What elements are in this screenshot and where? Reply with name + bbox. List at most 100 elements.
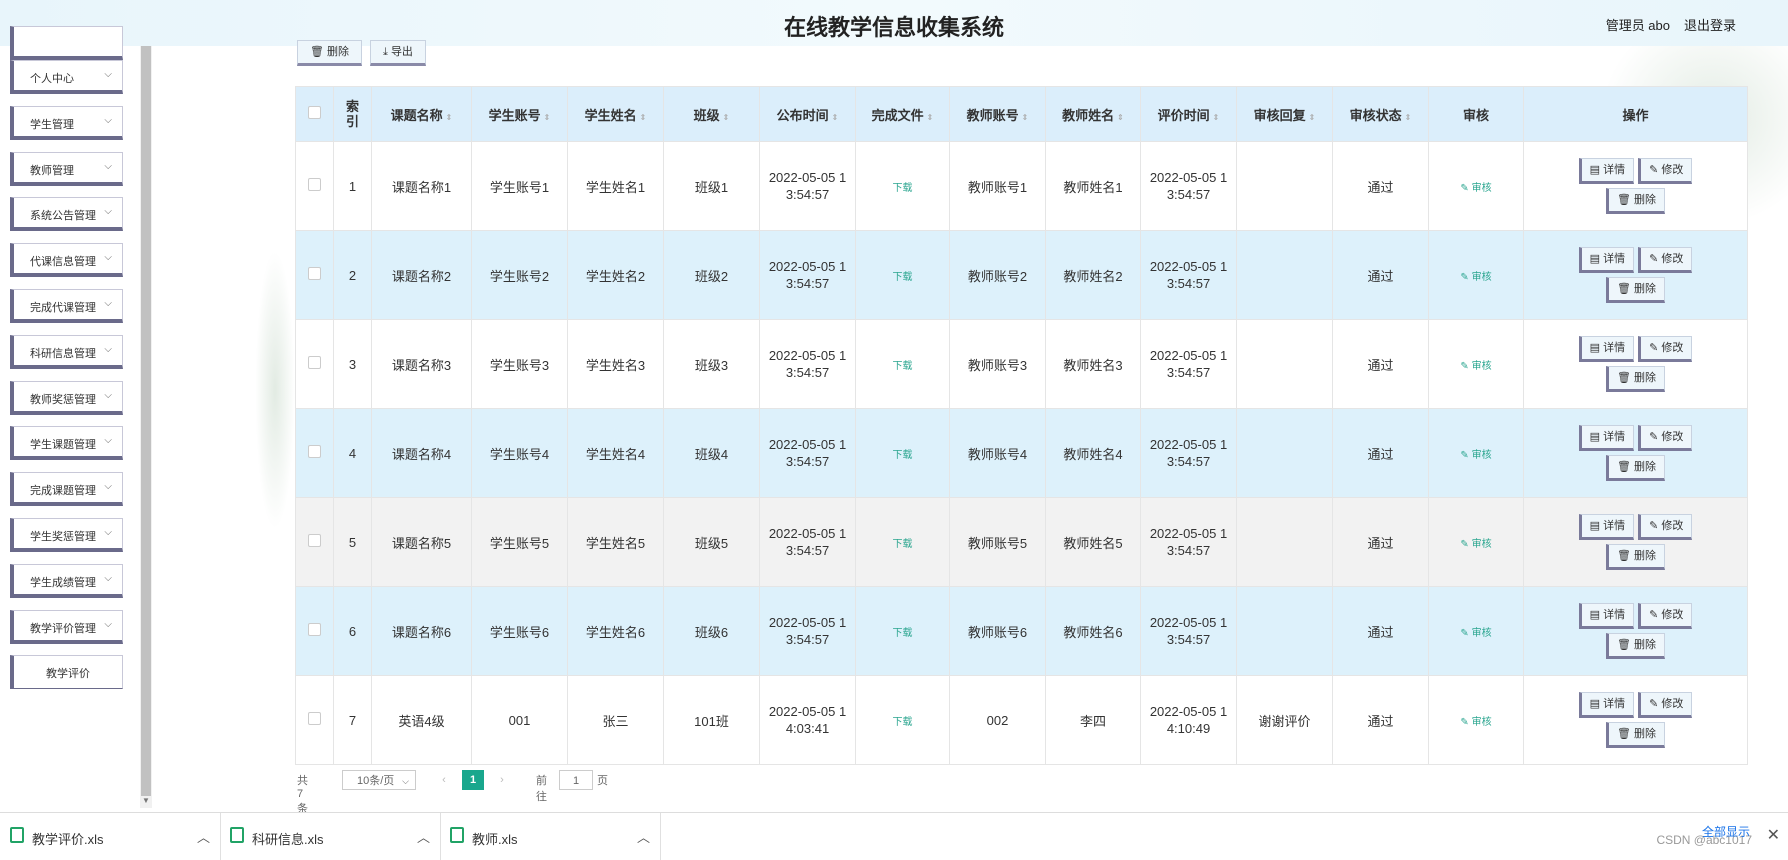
edit-button[interactable]: ✎ 修改 [1638,692,1693,718]
download-item[interactable]: 教学评价.xls ︿ [0,813,221,860]
sort-icon[interactable]: ⇕ [723,113,730,122]
delete-button[interactable]: 🗑 删除 [1605,722,1666,748]
download-link[interactable]: 下载 [893,450,913,461]
sidebar-item[interactable]: 完成课题管理 ⌵ [10,472,123,506]
audit-link[interactable]: ✎ 审核 [1460,272,1491,283]
logout-link[interactable]: 退出登录 [1684,15,1736,34]
audit-link[interactable]: ✎ 审核 [1460,628,1491,639]
page-size-select[interactable]: 10条/页 ⌵ [342,770,416,790]
delete-button[interactable]: 🗑 删除 [1605,277,1666,303]
row-checkbox[interactable] [295,497,334,587]
sidebar-scrollbar[interactable]: ▼ [140,46,152,808]
column-header[interactable]: 教师账号 ⇕ [949,86,1046,142]
document-icon: ▤ [1589,342,1601,354]
delete-button[interactable]: 🗑 删除 [1605,544,1666,570]
audit-link[interactable]: ✎ 审核 [1460,450,1491,461]
detail-button[interactable]: ▤ 详情 [1578,514,1635,540]
edit-button[interactable]: ✎ 修改 [1638,247,1693,273]
detail-button[interactable]: ▤ 详情 [1578,692,1635,718]
delete-button[interactable]: 🗑 删除 [1605,455,1666,481]
sidebar-item[interactable]: 学生课题管理 ⌵ [10,426,123,460]
download-link[interactable]: 下载 [893,361,913,372]
sort-icon[interactable]: ⇕ [1022,113,1029,122]
row-checkbox[interactable] [295,408,334,498]
sort-icon[interactable]: ⇕ [832,113,839,122]
sort-icon[interactable]: ⇕ [1405,113,1412,122]
row-checkbox[interactable] [295,675,334,765]
column-header[interactable]: 审核回复 ⇕ [1236,86,1333,142]
sidebar-item[interactable]: 学生奖惩管理 ⌵ [10,518,123,552]
column-header[interactable]: 班级 ⇕ [663,86,760,142]
scrollbar-thumb[interactable] [141,46,151,796]
batch-delete-button[interactable]: 🗑 删除 [297,40,363,66]
audit-link[interactable]: ✎ 审核 [1460,539,1491,550]
sidebar-item[interactable]: 完成代课管理 ⌵ [10,289,123,323]
download-item[interactable]: 科研信息.xls ︿ [220,813,441,860]
download-item[interactable]: 教师.xls ︿ [440,813,661,860]
download-link[interactable]: 下载 [893,717,913,728]
scroll-down-icon[interactable]: ▼ [140,796,152,808]
detail-button[interactable]: ▤ 详情 [1578,158,1635,184]
download-link[interactable]: 下载 [893,183,913,194]
audit-link[interactable]: ✎ 审核 [1460,717,1491,728]
edit-button[interactable]: ✎ 修改 [1638,158,1693,184]
edit-button[interactable]: ✎ 修改 [1638,514,1693,540]
download-link[interactable]: 下载 [893,628,913,639]
sidebar-item[interactable]: 教学评价管理 ⌵ [10,610,123,644]
edit-button[interactable]: ✎ 修改 [1638,336,1693,362]
sort-icon[interactable]: ⇕ [927,113,934,122]
edit-button[interactable]: ✎ 修改 [1638,603,1693,629]
row-checkbox[interactable] [295,230,334,320]
column-header[interactable]: 学生账号 ⇕ [471,86,568,142]
sort-icon[interactable]: ⇕ [1213,113,1220,122]
sidebar-item[interactable]: 个人中心 ⌵ [10,60,123,94]
edit-button[interactable]: ✎ 修改 [1638,425,1693,451]
close-icon[interactable]: ✕ [1767,825,1780,845]
download-link[interactable]: 下载 [893,272,913,283]
audit-link[interactable]: ✎ 审核 [1460,183,1491,194]
sidebar-subitem-teaching-eval[interactable]: 教学评价 [10,655,123,689]
prev-page-button[interactable]: ‹ [433,770,455,790]
sidebar-item[interactable]: 学生成绩管理 ⌵ [10,564,123,598]
show-all-downloads-link[interactable]: 全部显示 [1702,823,1750,840]
delete-button[interactable]: 🗑 删除 [1605,188,1666,214]
column-header[interactable]: 评价时间 ⇕ [1140,86,1237,142]
row-checkbox[interactable] [295,586,334,676]
sort-icon[interactable]: ⇕ [1309,113,1316,122]
delete-button[interactable]: 🗑 删除 [1605,366,1666,392]
row-checkbox[interactable] [295,319,334,409]
detail-button[interactable]: ▤ 详情 [1578,247,1635,273]
page-number-current[interactable]: 1 [462,770,484,790]
next-page-button[interactable]: › [491,770,513,790]
sort-icon[interactable]: ⇕ [446,113,453,122]
column-header[interactable]: 教师姓名 ⇕ [1045,86,1141,142]
sidebar-item-partial[interactable] [10,26,123,60]
select-all-checkbox[interactable] [295,86,334,142]
sidebar-item[interactable]: 学生管理 ⌵ [10,106,123,140]
chevron-up-icon[interactable]: ︿ [637,827,650,846]
goto-page-input[interactable]: 1 [559,770,593,790]
chevron-up-icon[interactable]: ︿ [417,827,430,846]
column-header[interactable]: 学生姓名 ⇕ [567,86,664,142]
sidebar-item[interactable]: 教师管理 ⌵ [10,152,123,186]
sidebar-item[interactable]: 科研信息管理 ⌵ [10,335,123,369]
sidebar-item[interactable]: 系统公告管理 ⌵ [10,197,123,231]
download-link[interactable]: 下载 [893,539,913,550]
sidebar-item[interactable]: 代课信息管理 ⌵ [10,243,123,277]
sort-icon[interactable]: ⇕ [544,113,551,122]
sidebar-item[interactable]: 教师奖惩管理 ⌵ [10,381,123,415]
column-header[interactable]: 课题名称 ⇕ [371,86,472,142]
column-header[interactable]: 公布时间 ⇕ [759,86,856,142]
detail-button[interactable]: ▤ 详情 [1578,425,1635,451]
delete-button[interactable]: 🗑 删除 [1605,633,1666,659]
sort-icon[interactable]: ⇕ [640,113,647,122]
column-header[interactable]: 完成文件 ⇕ [855,86,950,142]
detail-button[interactable]: ▤ 详情 [1578,603,1635,629]
export-button[interactable]: ⤓ 导出 [370,40,426,66]
column-header[interactable]: 审核状态 ⇕ [1332,86,1429,142]
row-checkbox[interactable] [295,141,334,231]
chevron-up-icon[interactable]: ︿ [197,827,210,846]
sort-icon[interactable]: ⇕ [1117,113,1124,122]
detail-button[interactable]: ▤ 详情 [1578,336,1635,362]
audit-link[interactable]: ✎ 审核 [1460,361,1491,372]
